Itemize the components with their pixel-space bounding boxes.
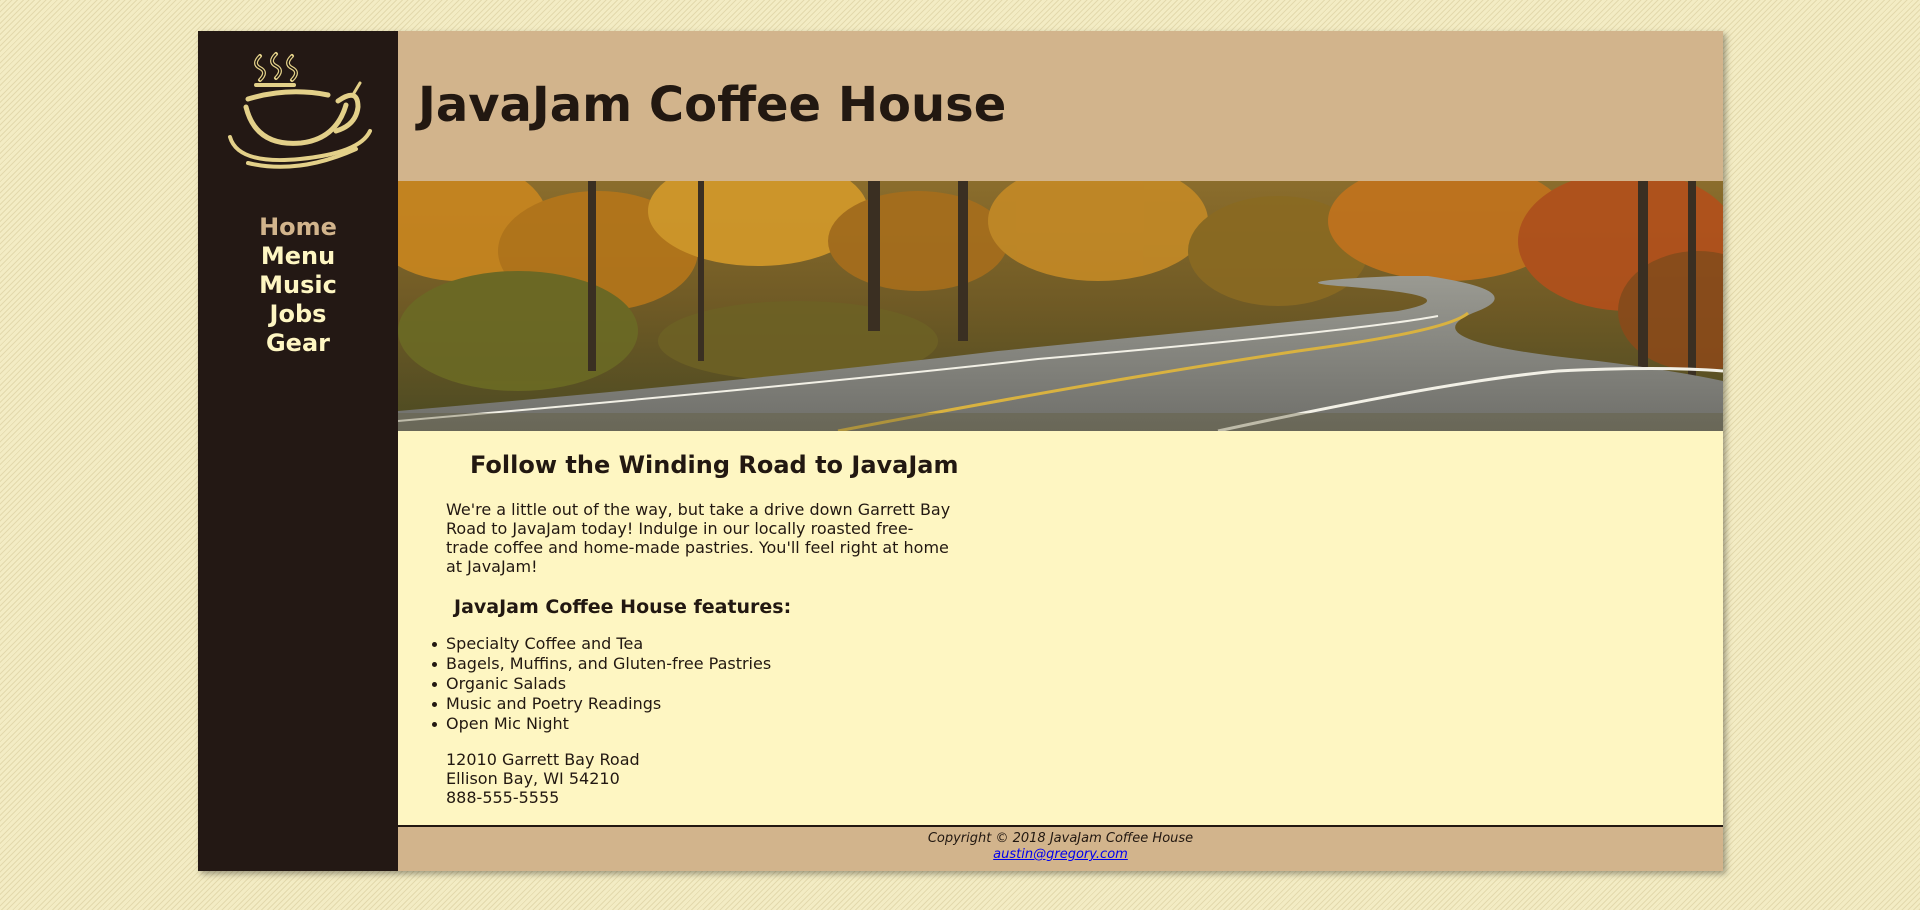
nav-link-menu[interactable]: Menu — [198, 242, 398, 271]
address-street: 12010 Garrett Bay Road — [446, 750, 640, 769]
list-item: Music and Poetry Readings — [432, 694, 771, 714]
main-content: Follow the Winding Road to JavaJam We're… — [398, 431, 1723, 855]
address-block: 12010 Garrett Bay Road Ellison Bay, WI 5… — [446, 750, 640, 807]
page-wrapper: Home Menu Music Jobs Gear JavaJam Coffee… — [198, 31, 1723, 871]
address-phone: 888-555-5555 — [446, 788, 560, 807]
nav-link-home[interactable]: Home — [198, 213, 398, 242]
coffee-cup-logo-icon — [218, 41, 378, 176]
copyright-text: Copyright © 2018 JavaJam Coffee House — [927, 831, 1194, 846]
main-nav: Home Menu Music Jobs Gear — [198, 213, 398, 358]
features-heading: JavaJam Coffee House features: — [454, 596, 792, 618]
intro-paragraph: We're a little out of the way, but take … — [446, 500, 951, 576]
nav-link-music[interactable]: Music — [198, 271, 398, 300]
address-city: Ellison Bay, WI 54210 — [446, 769, 620, 788]
nav-link-jobs[interactable]: Jobs — [198, 300, 398, 329]
sidebar: Home Menu Music Jobs Gear — [198, 31, 398, 871]
site-title: JavaJam Coffee House — [418, 77, 1007, 133]
list-item: Open Mic Night — [432, 714, 771, 734]
hero-image-winding-road — [398, 181, 1723, 431]
list-item: Bagels, Muffins, and Gluten-free Pastrie… — [432, 654, 771, 674]
features-list: Specialty Coffee and Tea Bagels, Muffins… — [432, 634, 771, 734]
site-header: JavaJam Coffee House — [398, 31, 1723, 181]
list-item: Organic Salads — [432, 674, 771, 694]
footer-email-link[interactable]: austin@gregory.com — [993, 847, 1128, 862]
nav-link-gear[interactable]: Gear — [198, 329, 398, 358]
site-footer: Copyright © 2018 JavaJam Coffee House au… — [398, 825, 1723, 871]
main-heading: Follow the Winding Road to JavaJam — [470, 451, 959, 479]
list-item: Specialty Coffee and Tea — [432, 634, 771, 654]
